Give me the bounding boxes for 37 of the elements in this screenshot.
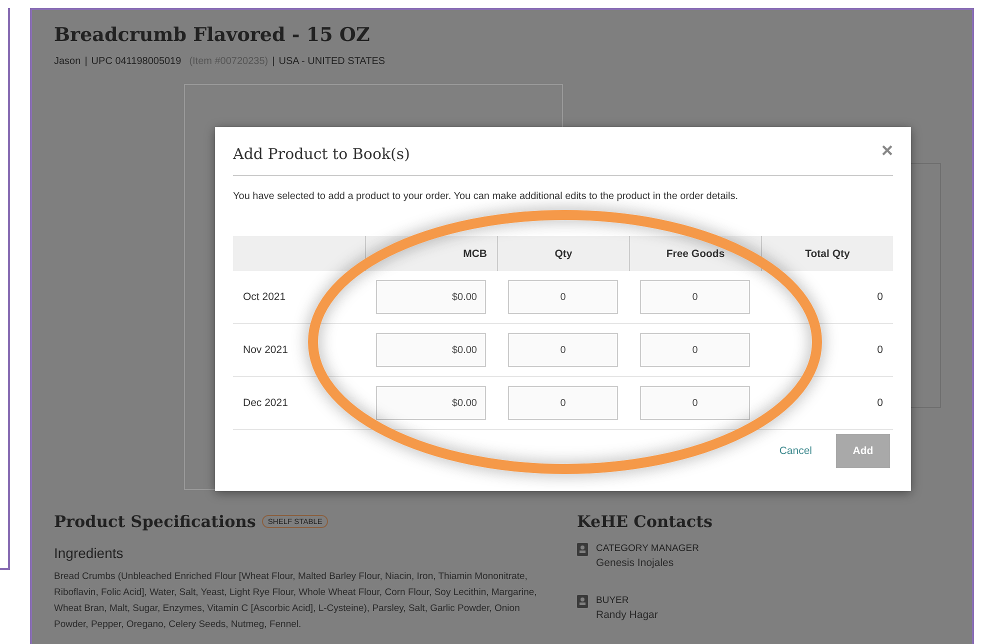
close-button[interactable]: × [881, 140, 893, 162]
total-qty-value: 0 [877, 344, 883, 356]
month-label: Oct 2021 [243, 291, 286, 303]
total-qty-value: 0 [877, 397, 883, 409]
qty-field[interactable]: 0 [508, 333, 618, 367]
contact-role: CATEGORY MANAGER [596, 543, 699, 554]
mcb-field[interactable]: $0.00 [376, 333, 486, 367]
free-goods-field[interactable]: 0 [640, 386, 750, 420]
mcb-field[interactable]: $0.00 [376, 280, 486, 314]
dialog-message: You have selected to add a product to your order. You can make additional edits to the product in the order details. [233, 191, 739, 202]
column-header: Total Qty [761, 236, 893, 271]
qty-field[interactable]: 0 [508, 280, 618, 314]
contact-card-icon [577, 595, 588, 608]
contact-name: Genesis Inojales [596, 557, 675, 569]
column-header: Qty [497, 236, 629, 271]
total-qty-value: 0 [877, 291, 883, 303]
month-label: Dec 2021 [243, 397, 288, 409]
separator: | [272, 56, 275, 67]
product-title: Breadcrumb Flavored - 15 OZ [54, 24, 371, 46]
section-heading: Product Specifications [54, 512, 256, 531]
cancel-link[interactable]: Cancel [779, 445, 812, 457]
ingredients-text: Bread Crumbs (Unbleached Enriched Flour [Wheat Flour, Malted Barley Flour, Niacin, Iron, Thiamin Mononitrate, Riboflavin, Folic Acid], Water, Salt, Yeast, Light Rye Flour, Whole Wheat Flour, Corn Flour, Soy Lecithin, Margarine, Wheat Bran, Malt, Sugar, Enzymes, Vitamin C [Ascorbic Acid], L-Cysteine), Parsley, Salt, Garlic Powder, Onion Powder, Pepper, Oregano, Celery Seeds, Nutmeg, Fennel. [54, 570, 538, 632]
dialog-title: Add Product to Book(s) [233, 145, 410, 163]
section-heading: KeHE Contacts [577, 512, 714, 531]
mcb-field[interactable]: $0.00 [376, 386, 486, 420]
ingredients-heading: Ingredients [54, 545, 124, 561]
country-of-origin: USA - UNITED STATES [278, 56, 386, 67]
free-goods-field[interactable]: 0 [640, 280, 750, 314]
qty-field[interactable]: 0 [508, 386, 618, 420]
contact-card-icon [577, 543, 588, 556]
free-goods-field[interactable]: 0 [640, 333, 750, 367]
separator: | [84, 56, 88, 67]
month-label: Nov 2021 [243, 344, 288, 356]
contact-name: Randy Hagar [596, 609, 658, 621]
brand-name: Jason [54, 56, 81, 67]
contact-role: BUYER [596, 595, 630, 606]
upc-code: UPC 041198005019 [91, 56, 182, 67]
